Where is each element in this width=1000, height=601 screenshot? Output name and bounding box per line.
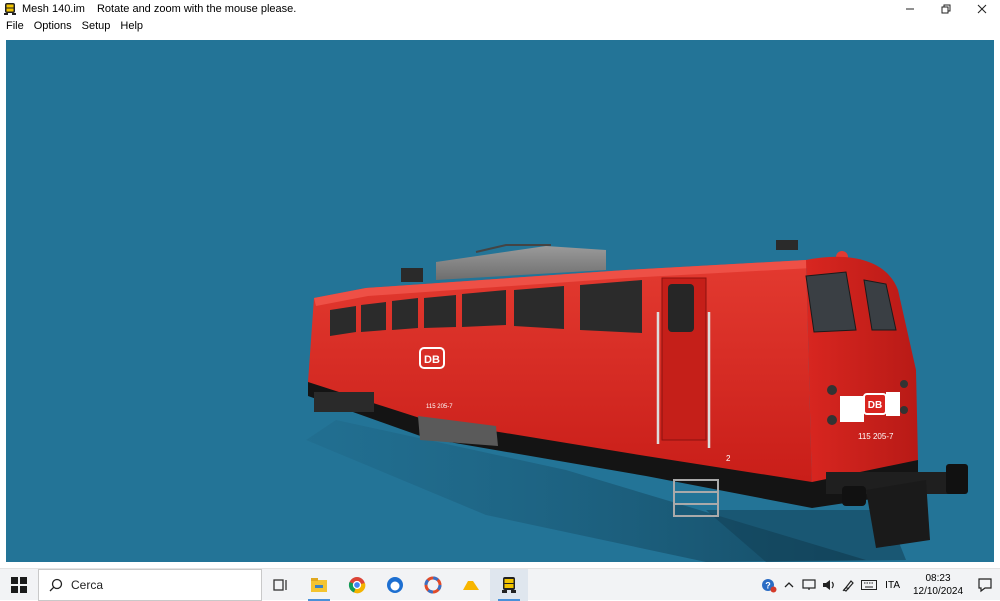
restore-button[interactable] bbox=[928, 0, 964, 18]
bogie-left bbox=[314, 392, 374, 412]
menu-options[interactable]: Options bbox=[29, 18, 77, 34]
buffer-right bbox=[946, 464, 968, 494]
chevron-up-icon bbox=[784, 582, 794, 588]
task-view-icon bbox=[273, 578, 287, 591]
menu-help[interactable]: Help bbox=[115, 18, 148, 34]
search-icon bbox=[49, 578, 63, 591]
window-title: Mesh 140.im bbox=[22, 3, 85, 15]
system-tray: ? ITA 08:23 12/10/2024 bbox=[759, 569, 1000, 601]
keyboard-icon bbox=[861, 580, 878, 590]
pen-icon bbox=[842, 580, 854, 592]
headlight-right-lower-icon bbox=[900, 406, 908, 414]
app-train-icon bbox=[4, 3, 16, 15]
show-hidden-icons-button[interactable] bbox=[779, 569, 799, 601]
clock-date: 12/10/2024 bbox=[912, 586, 964, 597]
taskbar-file-explorer[interactable] bbox=[300, 569, 338, 601]
notification-icon bbox=[978, 578, 992, 593]
help-tray-button[interactable]: ? bbox=[759, 569, 779, 601]
title-bar: Mesh 140.im Rotate and zoom with the mou… bbox=[0, 0, 1000, 18]
taskbar-app-rescue[interactable] bbox=[414, 569, 452, 601]
start-button[interactable] bbox=[0, 569, 38, 601]
svg-text:?: ? bbox=[765, 581, 771, 591]
taskbar-onedrive[interactable] bbox=[452, 569, 490, 601]
chrome-icon bbox=[348, 576, 366, 593]
taskbar-thunderbird[interactable] bbox=[376, 569, 414, 601]
headlight-left-icon bbox=[827, 385, 837, 395]
thunderbird-icon bbox=[387, 576, 403, 593]
locomotive-model: DB DB 115 205-7 115 205-7 2 bbox=[306, 240, 968, 562]
minimize-button[interactable] bbox=[892, 0, 928, 18]
search-box[interactable]: Cerca bbox=[38, 568, 262, 601]
clock[interactable]: 08:23 12/10/2024 bbox=[906, 572, 970, 598]
lifebuoy-icon bbox=[424, 576, 442, 593]
front-panel-right bbox=[886, 392, 900, 416]
3d-viewport[interactable]: DB DB 115 205-7 115 205-7 2 bbox=[6, 40, 994, 562]
menu-bar: File Options Setup Help bbox=[0, 18, 1000, 34]
keyboard-button[interactable] bbox=[859, 569, 879, 601]
taskbar-mesh-viewer[interactable] bbox=[490, 568, 528, 601]
restore-icon bbox=[941, 4, 951, 14]
menu-setup[interactable]: Setup bbox=[77, 18, 116, 34]
bogie-number: 2 bbox=[726, 454, 731, 463]
coupler bbox=[866, 480, 930, 548]
minimize-icon bbox=[906, 8, 914, 10]
cab-door-window bbox=[668, 284, 694, 332]
window-controls bbox=[892, 0, 1000, 18]
db-logo-front-text: DB bbox=[868, 400, 882, 411]
close-button[interactable] bbox=[964, 0, 1000, 18]
headlight-left-lower-icon bbox=[827, 415, 837, 425]
network-button[interactable] bbox=[799, 569, 819, 601]
headlight-right-icon bbox=[900, 380, 908, 388]
task-view-button[interactable] bbox=[262, 569, 300, 601]
pen-button[interactable] bbox=[839, 569, 859, 601]
front-panel-left bbox=[840, 396, 864, 422]
close-icon bbox=[977, 4, 987, 14]
drive-icon bbox=[463, 580, 479, 590]
db-logo-front: DB bbox=[863, 393, 887, 415]
taskbar: Cerca ? ITA 08:23 12/10/2024 bbox=[0, 568, 1000, 601]
input-language[interactable]: ITA bbox=[879, 580, 906, 591]
speaker-icon bbox=[823, 580, 835, 590]
db-logo-side-text: DB bbox=[424, 354, 440, 366]
clock-time: 08:23 bbox=[925, 573, 951, 584]
menu-file[interactable]: File bbox=[0, 18, 29, 34]
file-explorer-icon bbox=[311, 577, 327, 592]
front-number: 115 205-7 bbox=[858, 432, 894, 441]
side-number: 115 205-7 bbox=[426, 404, 453, 410]
notifications-button[interactable] bbox=[970, 569, 1000, 601]
search-placeholder: Cerca bbox=[71, 577, 104, 592]
roof-insulator-left bbox=[401, 268, 423, 282]
buffer-left bbox=[842, 486, 866, 506]
window-message: Rotate and zoom with the mouse please. bbox=[96, 3, 297, 15]
windows-icon bbox=[11, 576, 27, 593]
taskbar-chrome[interactable] bbox=[338, 569, 376, 601]
train-app-icon bbox=[502, 576, 516, 593]
help-icon: ? bbox=[762, 579, 777, 593]
roof-insulator-right bbox=[776, 240, 798, 250]
volume-button[interactable] bbox=[819, 569, 839, 601]
network-icon bbox=[802, 579, 816, 590]
